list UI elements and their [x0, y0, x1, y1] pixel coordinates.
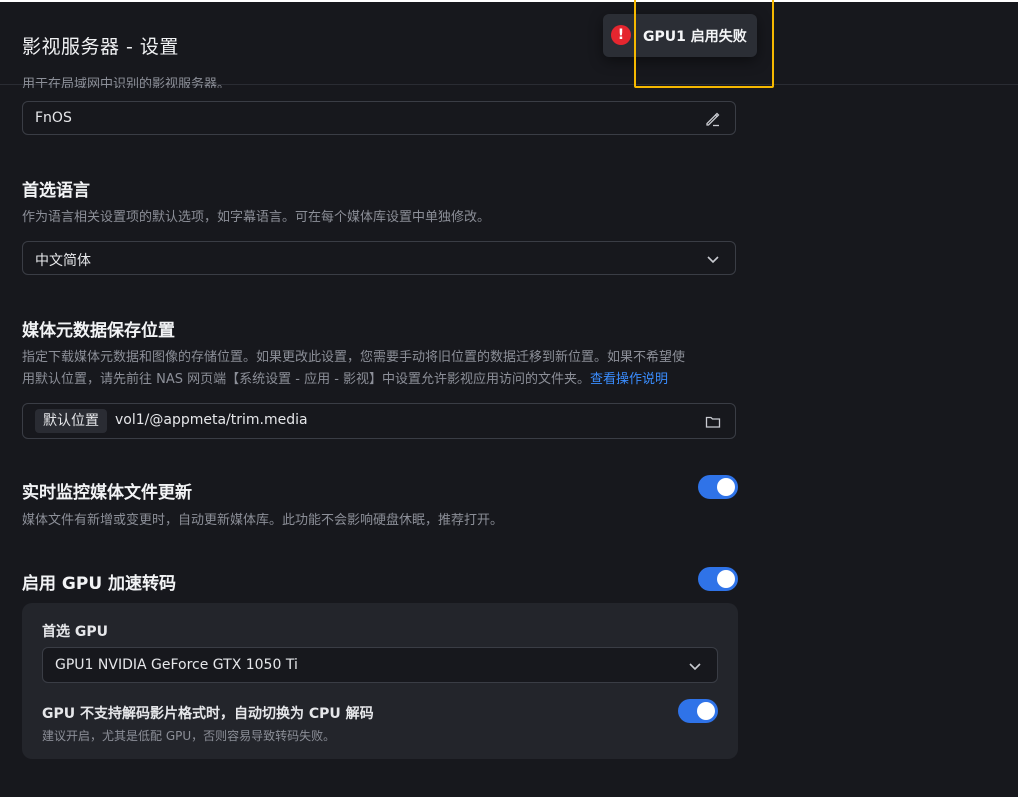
folder-icon[interactable]	[705, 414, 721, 430]
header: 影视服务器 - 设置 用于在局域网中识别的影视服务器。	[0, 2, 1018, 88]
server-name-field[interactable]: FnOS	[22, 101, 736, 135]
monitor-toggle[interactable]	[698, 475, 738, 499]
preferred-gpu-value: GPU1 NVIDIA GeForce GTX 1050 Ti	[55, 657, 298, 673]
gpu-settings-panel: 首选 GPU GPU1 NVIDIA GeForce GTX 1050 Ti G…	[22, 603, 738, 759]
server-name-description: 用于在局域网中识别的影视服务器。	[22, 77, 231, 88]
metadata-description-line1: 指定下载媒体元数据和图像的存储位置。如果更改此设置，您需要手动将旧位置的数据迁移…	[22, 350, 686, 365]
error-icon: !	[611, 25, 631, 45]
toggle-knob	[697, 702, 715, 720]
cpu-fallback-toggle[interactable]	[678, 699, 718, 723]
metadata-path-field[interactable]: 默认位置 vol1/@appmeta/trim.media	[22, 403, 736, 439]
gpu-toggle[interactable]	[698, 567, 738, 591]
metadata-title: 媒体元数据保存位置	[22, 321, 175, 341]
metadata-description: 指定下载媒体元数据和图像的存储位置。如果更改此设置，您需要手动将旧位置的数据迁移…	[22, 347, 742, 391]
error-toast: ! GPU1 启用失败	[603, 14, 757, 57]
toggle-knob	[717, 570, 735, 588]
gpu-title: 启用 GPU 加速转码	[22, 574, 177, 594]
default-location-chip: 默认位置	[35, 409, 107, 433]
cpu-fallback-description: 建议开启，尤其是低配 GPU，否则容易导致转码失败。	[42, 729, 336, 743]
monitor-description: 媒体文件有新增或变更时，自动更新媒体库。此功能不会影响硬盘休眠，推荐打开。	[22, 513, 504, 528]
language-title: 首选语言	[22, 181, 90, 201]
server-name-value: FnOS	[35, 110, 72, 126]
metadata-path-value: vol1/@appmeta/trim.media	[115, 412, 308, 428]
monitor-title: 实时监控媒体文件更新	[22, 483, 192, 503]
preferred-gpu-label: 首选 GPU	[42, 624, 108, 640]
toggle-knob	[717, 478, 735, 496]
toast-message: GPU1 启用失败	[643, 29, 747, 45]
preferred-gpu-select[interactable]: GPU1 NVIDIA GeForce GTX 1050 Ti	[42, 647, 718, 683]
cpu-fallback-title: GPU 不支持解码影片格式时，自动切换为 CPU 解码	[42, 706, 374, 722]
language-description: 作为语言相关设置项的默认选项，如字幕语言。可在每个媒体库设置中单独修改。	[22, 210, 491, 225]
chevron-down-icon	[707, 256, 719, 264]
chevron-down-icon	[689, 663, 701, 671]
language-value: 中文简体	[35, 253, 91, 269]
edit-icon[interactable]	[705, 111, 721, 127]
page-title: 影视服务器 - 设置	[22, 36, 179, 58]
help-link[interactable]: 查看操作说明	[590, 372, 668, 387]
language-select[interactable]: 中文简体	[22, 241, 736, 275]
metadata-description-line2: 用默认位置，请先前往 NAS 网页端【系统设置 - 应用 - 影视】中设置允许影…	[22, 372, 591, 387]
